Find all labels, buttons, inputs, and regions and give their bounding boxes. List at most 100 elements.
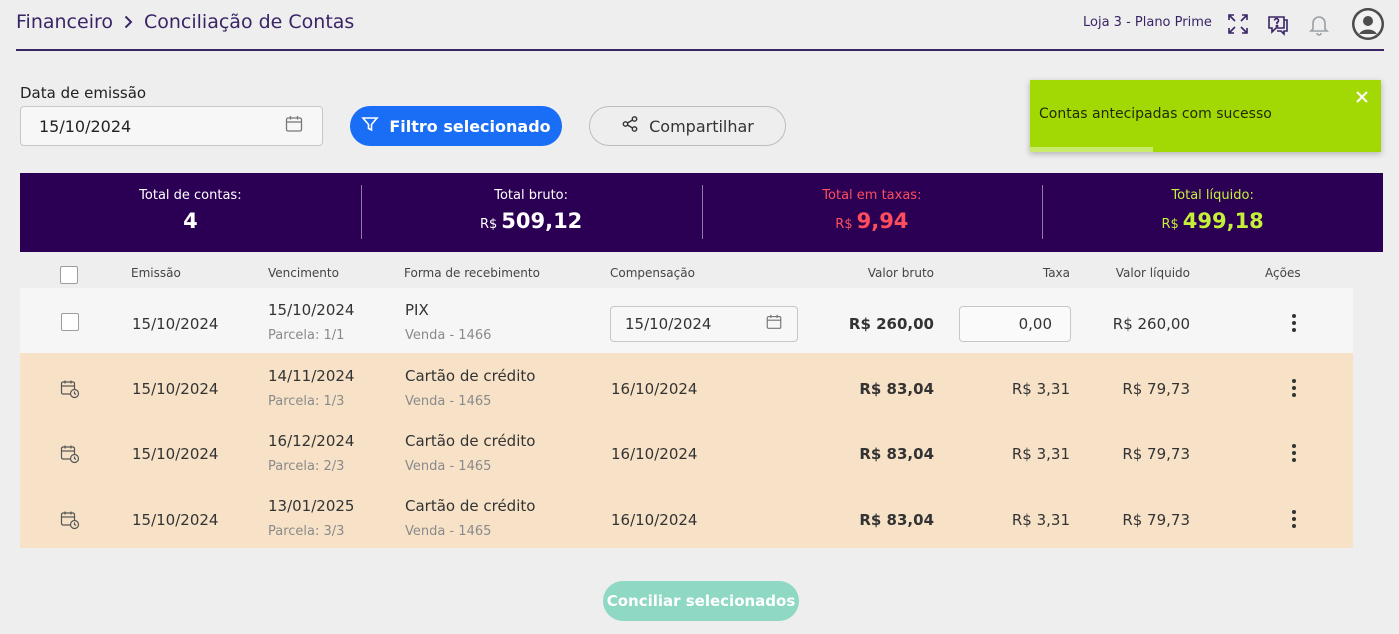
share-button-label: Compartilhar bbox=[649, 116, 754, 136]
help-chat-icon[interactable] bbox=[1264, 10, 1292, 38]
user-avatar-icon[interactable] bbox=[1352, 8, 1384, 40]
col-forma: Forma de recebimento bbox=[404, 266, 540, 280]
total-taxas-amount: R$ 9,94 bbox=[702, 209, 1043, 233]
table-row[interactable]: 15/10/2024 14/11/2024 Parcela: 1/3 Cartã… bbox=[20, 353, 1353, 418]
breadcrumb-current: Conciliação de Contas bbox=[144, 11, 355, 33]
summary-bar: Total de contas: 4 Total bruto: R$ 509,12… bbox=[20, 173, 1383, 252]
conciliar-selecionados-button[interactable]: Conciliar selecionados bbox=[603, 581, 799, 621]
col-compensacao: Compensação bbox=[610, 266, 695, 280]
summary-total-bruto: Total bruto: R$ 509,12 bbox=[360, 173, 702, 252]
row-emissao: 15/10/2024 bbox=[132, 315, 219, 333]
col-valor-bruto: Valor bruto bbox=[867, 266, 934, 280]
success-toast: Contas antecipadas com sucesso bbox=[1030, 80, 1381, 152]
row-emissao: 15/10/2024 bbox=[132, 380, 219, 398]
row-emissao: 15/10/2024 bbox=[132, 511, 219, 529]
col-emissao: Emissão bbox=[131, 266, 181, 280]
calendar-clock-icon bbox=[60, 444, 80, 468]
row-venda[interactable]: Venda - 1465 bbox=[405, 459, 491, 474]
filter-button[interactable]: Filtro selecionado bbox=[350, 106, 562, 146]
calendar-icon[interactable] bbox=[765, 313, 783, 335]
row-venda[interactable]: Venda - 1465 bbox=[405, 394, 491, 409]
row-compensacao: 16/10/2024 bbox=[611, 445, 698, 463]
total-bruto-amount: R$ 509,12 bbox=[361, 209, 702, 233]
select-all-checkbox[interactable] bbox=[60, 266, 78, 284]
row-forma: Cartão de crédito bbox=[405, 497, 536, 515]
row-checkbox[interactable] bbox=[61, 313, 79, 331]
currency-symbol: R$ bbox=[479, 217, 498, 232]
date-label: Data de emissão bbox=[20, 84, 147, 102]
row-valor-bruto: R$ 83,04 bbox=[859, 445, 934, 463]
date-value: 15/10/2024 bbox=[39, 116, 132, 136]
total-liquido-value: 499,18 bbox=[1182, 209, 1264, 233]
total-taxas-label: Total em taxas: bbox=[822, 188, 922, 203]
row-forma: PIX bbox=[405, 301, 429, 319]
taxa-value: 0,00 bbox=[1018, 315, 1052, 333]
row-valor-bruto: R$ 83,04 bbox=[859, 380, 934, 398]
expand-icon[interactable] bbox=[1224, 10, 1252, 38]
table-row[interactable]: 15/10/2024 15/10/2024 Parcela: 1/1 PIX V… bbox=[20, 288, 1353, 353]
col-valor-liquido: Valor líquido bbox=[1115, 266, 1190, 280]
total-liquido-amount: R$ 499,18 bbox=[1042, 209, 1383, 233]
bell-icon[interactable] bbox=[1305, 10, 1333, 38]
row-actions-menu-icon[interactable] bbox=[1284, 309, 1304, 337]
compensacao-value: 15/10/2024 bbox=[625, 315, 712, 333]
store-plan-label[interactable]: Loja 3 - Plano Prime bbox=[1083, 15, 1212, 30]
total-bruto-label: Total bruto: bbox=[494, 188, 568, 203]
row-valor-bruto: R$ 260,00 bbox=[848, 315, 934, 333]
total-contas-label: Total de contas: bbox=[139, 188, 242, 203]
row-actions-menu-icon[interactable] bbox=[1284, 439, 1304, 467]
filter-button-label: Filtro selecionado bbox=[389, 116, 551, 136]
row-venda[interactable]: Venda - 1465 bbox=[405, 524, 491, 539]
toast-progress-bar bbox=[1030, 147, 1153, 152]
row-venda[interactable]: Venda - 1466 bbox=[405, 328, 491, 343]
emission-date-input[interactable]: 15/10/2024 bbox=[20, 106, 323, 146]
total-bruto-value: 509,12 bbox=[501, 209, 583, 233]
calendar-clock-icon bbox=[60, 510, 80, 534]
filter-icon bbox=[361, 115, 380, 137]
table-header: Emissão Vencimento Forma de recebimento … bbox=[20, 262, 1353, 288]
row-forma: Cartão de crédito bbox=[405, 432, 536, 450]
close-icon[interactable] bbox=[1355, 89, 1369, 103]
summary-total-contas: Total de contas: 4 bbox=[20, 173, 361, 252]
top-header: Financeiro Conciliação de Contas Loja 3 … bbox=[0, 0, 1399, 51]
share-icon bbox=[621, 115, 639, 137]
row-actions-menu-icon[interactable] bbox=[1284, 505, 1304, 533]
summary-total-liquido: Total líquido: R$ 499,18 bbox=[1042, 173, 1383, 252]
row-forma: Cartão de crédito bbox=[405, 367, 536, 385]
row-taxa: R$ 3,31 bbox=[1011, 445, 1070, 463]
total-contas-value: 4 bbox=[183, 209, 198, 233]
share-button[interactable]: Compartilhar bbox=[589, 106, 786, 146]
breadcrumb-parent[interactable]: Financeiro bbox=[16, 11, 113, 33]
taxa-input[interactable]: 0,00 bbox=[959, 306, 1071, 342]
row-actions-menu-icon[interactable] bbox=[1284, 374, 1304, 402]
header-divider bbox=[16, 49, 1384, 51]
calendar-clock-icon bbox=[60, 379, 80, 403]
breadcrumb: Financeiro Conciliação de Contas bbox=[16, 11, 354, 33]
row-vencimento: 16/12/2024 bbox=[268, 432, 355, 450]
row-emissao: 15/10/2024 bbox=[132, 445, 219, 463]
calendar-icon[interactable] bbox=[284, 114, 304, 138]
col-taxa: Taxa bbox=[1042, 266, 1070, 280]
row-parcela: Parcela: 2/3 bbox=[268, 459, 345, 474]
total-taxas-value: 9,94 bbox=[856, 209, 909, 233]
toast-message: Contas antecipadas com sucesso bbox=[1039, 106, 1272, 122]
row-valor-liquido: R$ 79,73 bbox=[1122, 445, 1190, 463]
summary-total-taxas: Total em taxas: R$ 9,94 bbox=[701, 173, 1043, 252]
row-parcela: Parcela: 1/3 bbox=[268, 394, 345, 409]
row-parcela: Parcela: 3/3 bbox=[268, 524, 345, 539]
currency-symbol: R$ bbox=[835, 217, 853, 232]
compensacao-date-input[interactable]: 15/10/2024 bbox=[610, 306, 798, 342]
row-valor-liquido: R$ 79,73 bbox=[1122, 380, 1190, 398]
row-compensacao: 16/10/2024 bbox=[611, 511, 698, 529]
row-compensacao: 16/10/2024 bbox=[611, 380, 698, 398]
row-valor-bruto: R$ 83,04 bbox=[859, 511, 934, 529]
row-valor-liquido: R$ 260,00 bbox=[1112, 315, 1190, 333]
col-vencimento: Vencimento bbox=[268, 266, 339, 280]
table-row[interactable]: 15/10/2024 16/12/2024 Parcela: 2/3 Cartã… bbox=[20, 418, 1353, 483]
row-taxa: R$ 3,31 bbox=[1011, 380, 1070, 398]
row-parcela: Parcela: 1/1 bbox=[268, 328, 345, 343]
row-vencimento: 15/10/2024 bbox=[268, 301, 355, 319]
table-row[interactable]: 15/10/2024 13/01/2025 Parcela: 3/3 Cartã… bbox=[20, 483, 1353, 548]
row-vencimento: 13/01/2025 bbox=[268, 497, 355, 515]
row-taxa: R$ 3,31 bbox=[1011, 511, 1070, 529]
